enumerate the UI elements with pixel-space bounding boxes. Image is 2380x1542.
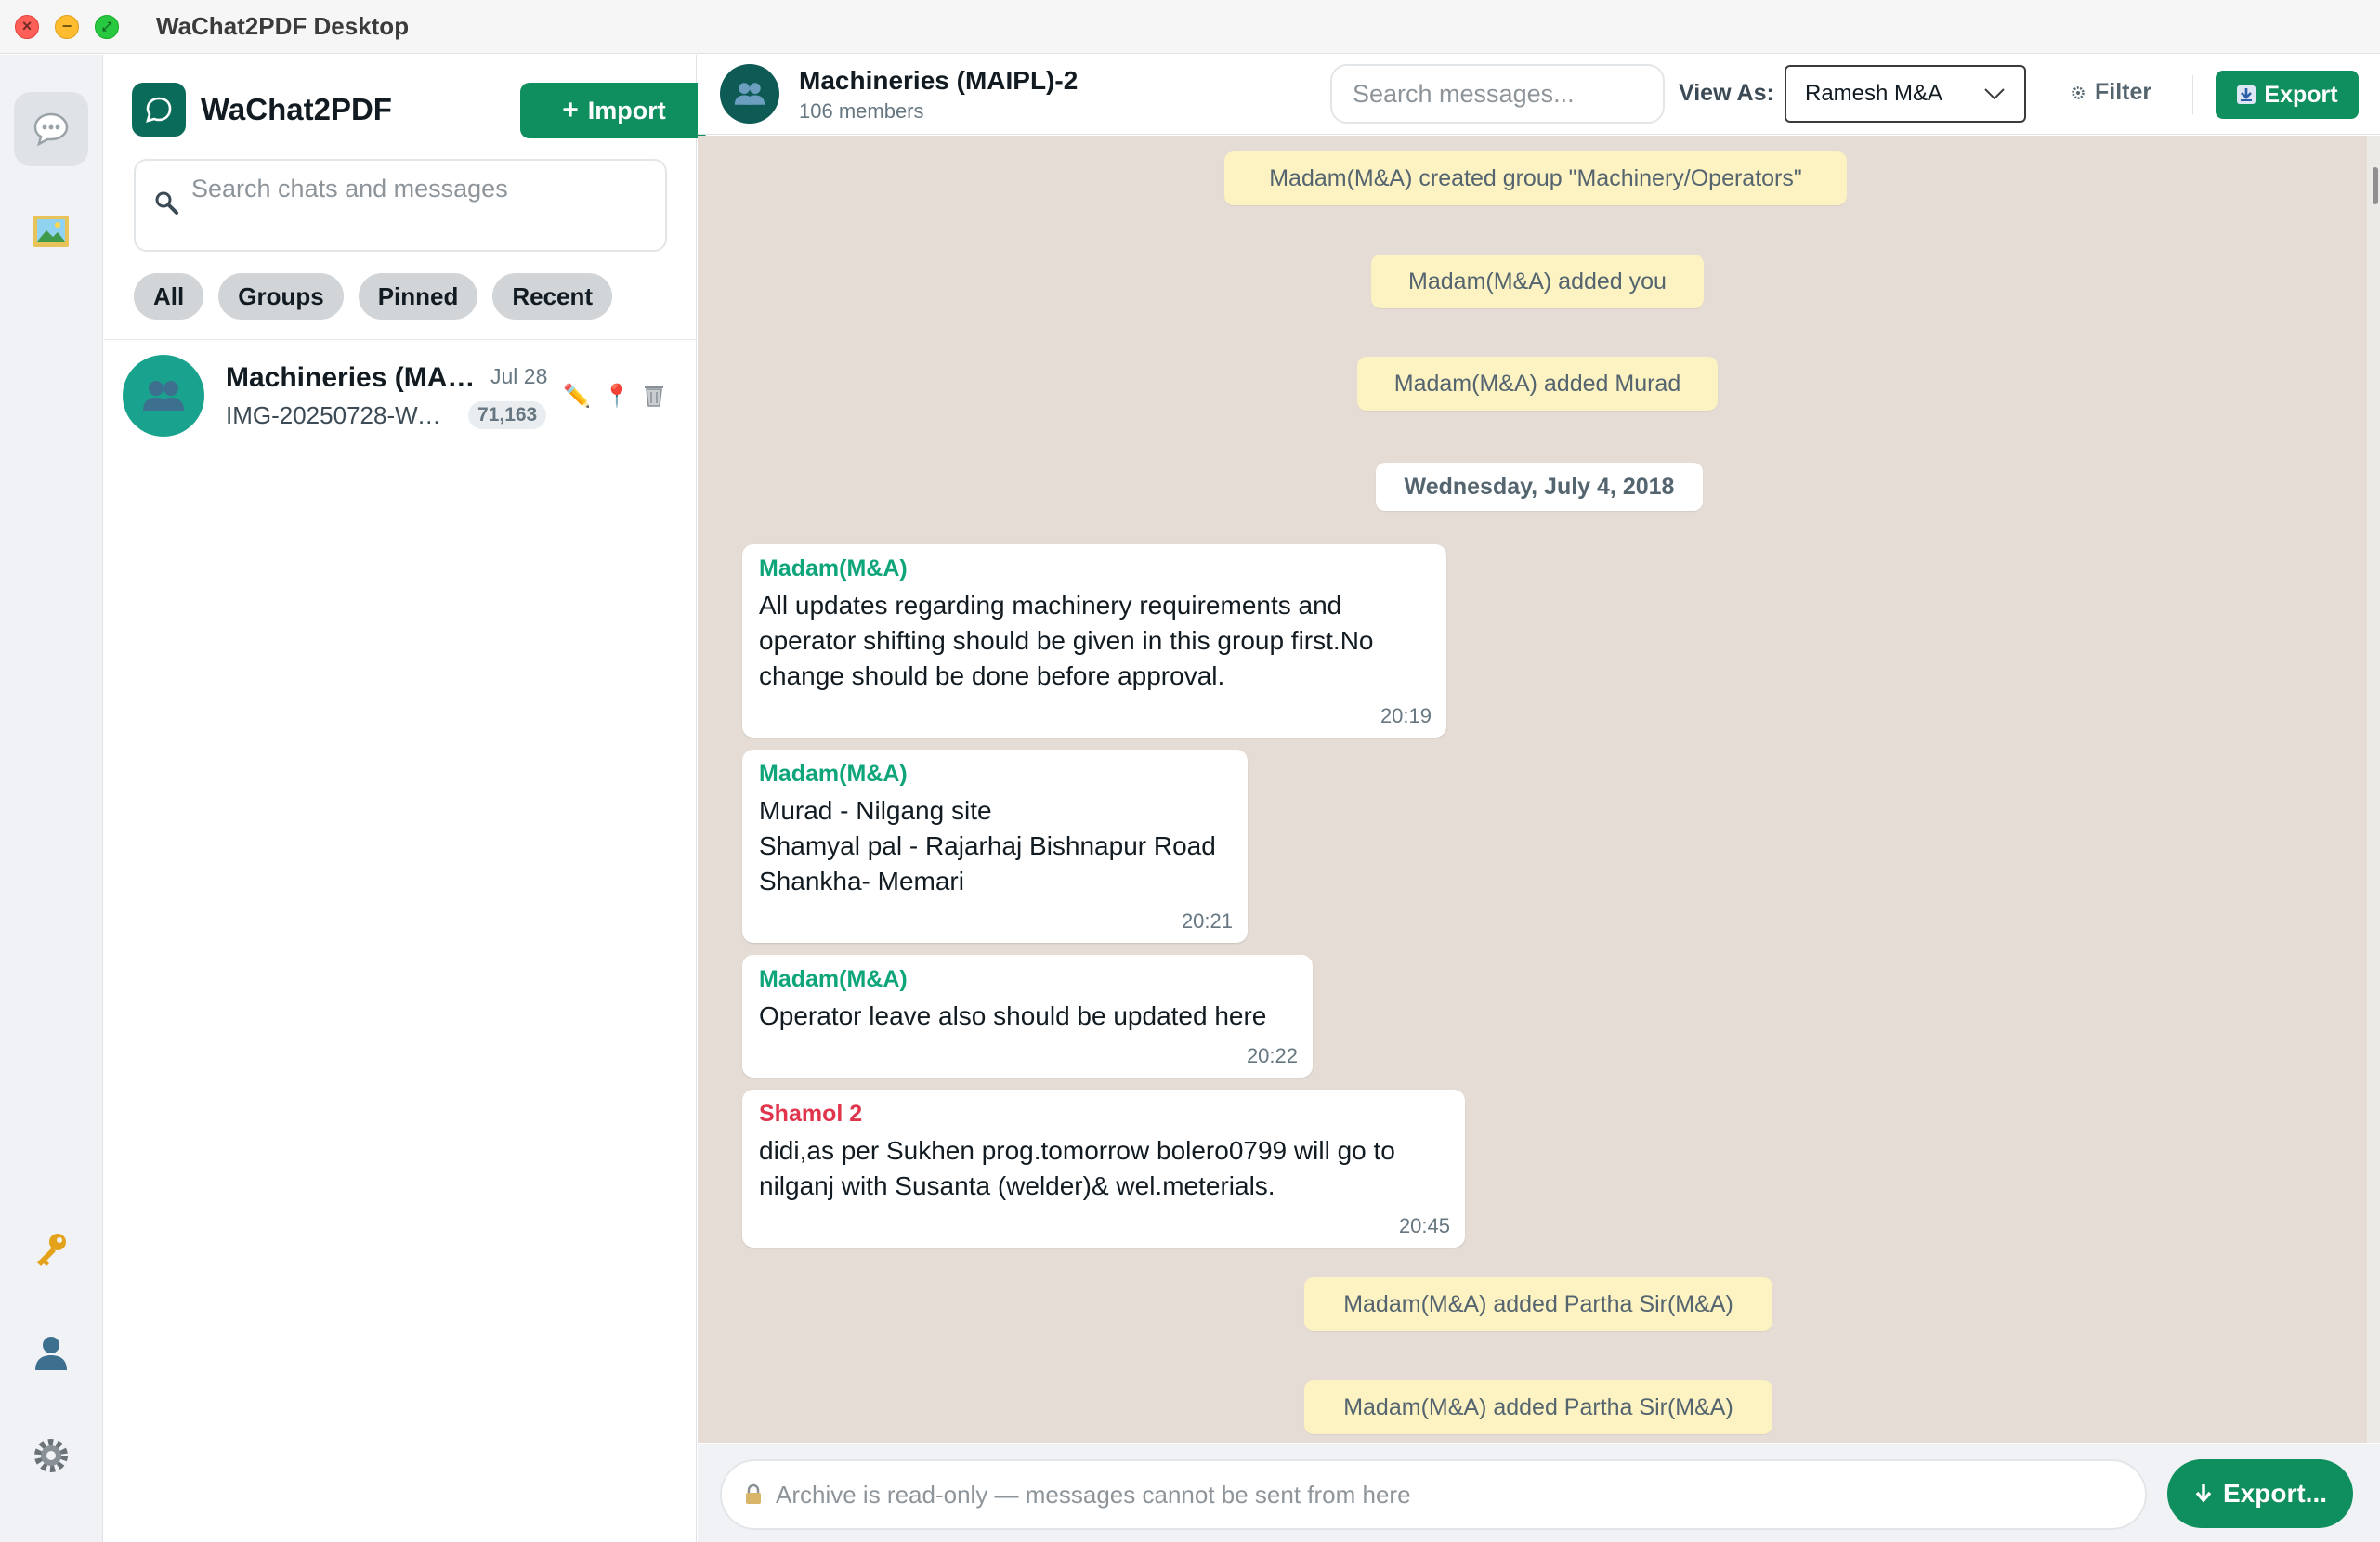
system-message: Madam(M&A) added Murad bbox=[1357, 357, 1718, 411]
close-window-button[interactable]: × bbox=[15, 14, 39, 39]
chat-sidebar: WaChat2PDF + Import All Groups Pinned Re… bbox=[104, 55, 708, 1542]
import-button-label: Import bbox=[587, 96, 666, 124]
chat-bubble-icon bbox=[146, 97, 172, 123]
import-button[interactable]: + Import bbox=[520, 83, 708, 138]
message-text: Murad - Nilgang site Shamyal pal - Rajar… bbox=[759, 796, 1216, 895]
scrollbar-thumb[interactable] bbox=[2373, 167, 2378, 204]
group-icon bbox=[143, 381, 184, 411]
rail-media-button[interactable] bbox=[14, 194, 88, 268]
minimize-icon: − bbox=[61, 17, 72, 35]
zoom-window-button[interactable]: ⤢ bbox=[95, 14, 119, 39]
message-sender: Madam(M&A) bbox=[759, 555, 908, 582]
message-count-badge: 71,163 bbox=[468, 401, 547, 429]
nav-rail bbox=[0, 55, 103, 1542]
delete-chat-button[interactable] bbox=[643, 383, 665, 413]
search-icon bbox=[155, 191, 178, 215]
rail-chats-button[interactable] bbox=[14, 92, 88, 166]
lock-icon bbox=[746, 1483, 761, 1504]
brand: WaChat2PDF bbox=[132, 83, 392, 137]
message-thread[interactable]: Madam(M&A) created group "Machinery/Oper… bbox=[698, 136, 2380, 1443]
header-export-label: Export bbox=[2264, 81, 2338, 108]
download-icon bbox=[2237, 85, 2256, 104]
message-bubble: Shamol 2 didi,as per Sukhen prog.tomorro… bbox=[742, 1090, 1465, 1248]
date-separator: Wednesday, July 4, 2018 bbox=[1376, 463, 1703, 511]
message-sender: Madam(M&A) bbox=[759, 966, 908, 992]
chevron-down-icon bbox=[1984, 88, 2005, 100]
message-time: 20:22 bbox=[1246, 1044, 1298, 1067]
rail-account-button[interactable] bbox=[14, 1315, 88, 1390]
system-message: Madam(M&A) added Partha Sir(M&A) bbox=[1304, 1277, 1772, 1331]
gear-icon bbox=[2072, 85, 2085, 99]
system-message: Madam(M&A) added you bbox=[1371, 255, 1704, 308]
message-sender: Shamol 2 bbox=[759, 1101, 863, 1127]
view-as-select[interactable]: Ramesh M&A bbox=[1785, 65, 2026, 123]
message-sender: Madam(M&A) bbox=[759, 761, 908, 787]
header-export-button[interactable]: Export bbox=[2216, 71, 2359, 119]
chat-search-input[interactable] bbox=[191, 170, 656, 207]
download-arrow-icon bbox=[2195, 1484, 2212, 1503]
header-member-count: 106 members bbox=[799, 99, 924, 123]
pin-chat-button[interactable]: 📍 bbox=[603, 383, 631, 410]
header-group-avatar bbox=[720, 64, 779, 124]
user-icon bbox=[35, 1337, 67, 1370]
header-chat-name: Machineries (MAIPL)-2 bbox=[799, 66, 1079, 95]
minimize-window-button[interactable]: − bbox=[55, 14, 79, 39]
window-title: WaChat2PDF Desktop bbox=[156, 12, 410, 40]
filter-button[interactable]: Filter bbox=[2071, 79, 2151, 106]
pin-icon: 📍 bbox=[603, 384, 631, 409]
divider bbox=[2192, 75, 2193, 114]
chat-header: Machineries (MAIPL)-2 106 members View A… bbox=[698, 55, 2380, 135]
view-as-value: Ramesh M&A bbox=[1805, 81, 1943, 106]
filter-button-label: Filter bbox=[2095, 79, 2152, 105]
title-bar: × − ⤢ WaChat2PDF Desktop bbox=[0, 0, 2380, 54]
message-time: 20:45 bbox=[1398, 1214, 1450, 1237]
chat-search-box bbox=[134, 159, 667, 252]
key-icon bbox=[37, 1234, 66, 1266]
group-icon bbox=[734, 83, 765, 105]
message-bubble: Madam(M&A) Operator leave also should be… bbox=[742, 955, 1313, 1078]
message-bubble: Madam(M&A) All updates regarding machine… bbox=[742, 544, 1446, 738]
message-time: 20:19 bbox=[1380, 704, 1432, 727]
gear-icon bbox=[34, 1439, 68, 1472]
message-text: All updates regarding machinery requirem… bbox=[759, 591, 1374, 690]
message-bubble: Madam(M&A) Murad - Nilgang site Shamyal … bbox=[742, 750, 1248, 943]
plus-icon: + bbox=[562, 95, 579, 125]
window-controls: × − ⤢ bbox=[15, 14, 119, 39]
chat-list-item[interactable]: Machineries (MAIPL)-2 Jul 28 IMG-2025072… bbox=[104, 340, 697, 451]
system-message: Madam(M&A) created group "Machinery/Oper… bbox=[1224, 151, 1847, 205]
filter-chip-pinned[interactable]: Pinned bbox=[358, 273, 478, 320]
view-as-label: View As: bbox=[1679, 80, 1774, 106]
trash-icon bbox=[645, 386, 663, 407]
rename-chat-button[interactable]: ✏️ bbox=[563, 383, 591, 410]
message-text: didi,as per Sukhen prog.tomorrow bolero0… bbox=[759, 1136, 1395, 1200]
filter-chip-all[interactable]: All bbox=[134, 273, 204, 320]
brand-logo bbox=[132, 83, 186, 137]
chat-date: Jul 28 bbox=[490, 364, 548, 388]
chat-preview: IMG-20250728-WA0001.jpg bbox=[226, 401, 453, 429]
message-text: Operator leave also should be updated he… bbox=[759, 1001, 1267, 1030]
composer-bar: Archive is read-only — messages cannot b… bbox=[698, 1444, 2380, 1542]
group-avatar bbox=[123, 355, 204, 437]
expand-icon: ⤢ bbox=[101, 19, 112, 33]
system-message: Madam(M&A) added Partha Sir(M&A) bbox=[1304, 1380, 1772, 1434]
thread-scrollbar[interactable] bbox=[2367, 136, 2380, 1443]
pencil-icon: ✏️ bbox=[563, 384, 591, 409]
composer-placeholder: Archive is read-only — messages cannot b… bbox=[776, 1480, 1411, 1509]
message-search-input[interactable] bbox=[1330, 64, 1665, 124]
image-icon bbox=[33, 216, 69, 247]
chat-icon bbox=[33, 112, 69, 147]
read-only-composer: Archive is read-only — messages cannot b… bbox=[720, 1459, 2147, 1530]
chat-title: Machineries (MAIPL)-2 bbox=[226, 362, 477, 393]
filter-chips: All Groups Pinned Recent bbox=[134, 273, 613, 320]
composer-export-button[interactable]: Export... bbox=[2167, 1459, 2353, 1528]
filter-chip-groups[interactable]: Groups bbox=[218, 273, 344, 320]
close-icon: × bbox=[21, 17, 33, 35]
rail-settings-button[interactable] bbox=[14, 1418, 88, 1493]
rail-license-button[interactable] bbox=[14, 1212, 88, 1287]
composer-export-label: Export... bbox=[2222, 1479, 2327, 1508]
message-time: 20:21 bbox=[1181, 909, 1233, 933]
brand-name: WaChat2PDF bbox=[201, 92, 392, 126]
filter-chip-recent[interactable]: Recent bbox=[492, 273, 613, 320]
